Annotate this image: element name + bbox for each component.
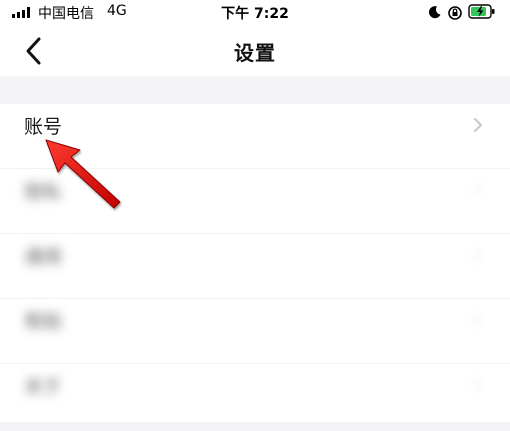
chevron-right-icon xyxy=(474,378,483,392)
section-divider xyxy=(0,422,510,431)
lock-rotation-icon xyxy=(448,6,462,20)
chevron-right-icon xyxy=(474,248,483,262)
section-divider xyxy=(0,76,510,104)
chevron-right-icon xyxy=(474,183,483,197)
settings-item-privacy[interactable]: 隐私 xyxy=(0,169,510,234)
settings-item-account[interactable]: 账号 xyxy=(0,104,510,169)
settings-item-label: 通用 xyxy=(24,246,63,268)
settings-item-general[interactable]: 通用 xyxy=(0,234,510,299)
chevron-right-icon xyxy=(474,118,482,132)
page-title: 设置 xyxy=(234,41,276,65)
settings-item-label: 账号 xyxy=(24,116,63,138)
settings-item-label: 隐私 xyxy=(24,181,63,203)
moon-icon xyxy=(428,6,441,19)
settings-item-label: 关于 xyxy=(24,376,63,398)
status-bar: 中国电信 4G 下午 7:22 xyxy=(0,0,510,26)
chevron-right-icon xyxy=(474,313,483,327)
settings-item-about[interactable]: 关于 xyxy=(0,364,510,429)
settings-item-help[interactable]: 帮助 xyxy=(0,299,510,364)
settings-list: 账号 隐私 通用 帮助 关于 xyxy=(0,104,510,429)
settings-item-label: 帮助 xyxy=(24,311,63,333)
battery-charging-icon xyxy=(468,4,495,19)
settings-screen: 中国电信 4G 下午 7:22 设置 账号 隐私 通用 帮助 关于 xyxy=(0,0,510,431)
navigation-bar: 设置 xyxy=(0,26,510,76)
